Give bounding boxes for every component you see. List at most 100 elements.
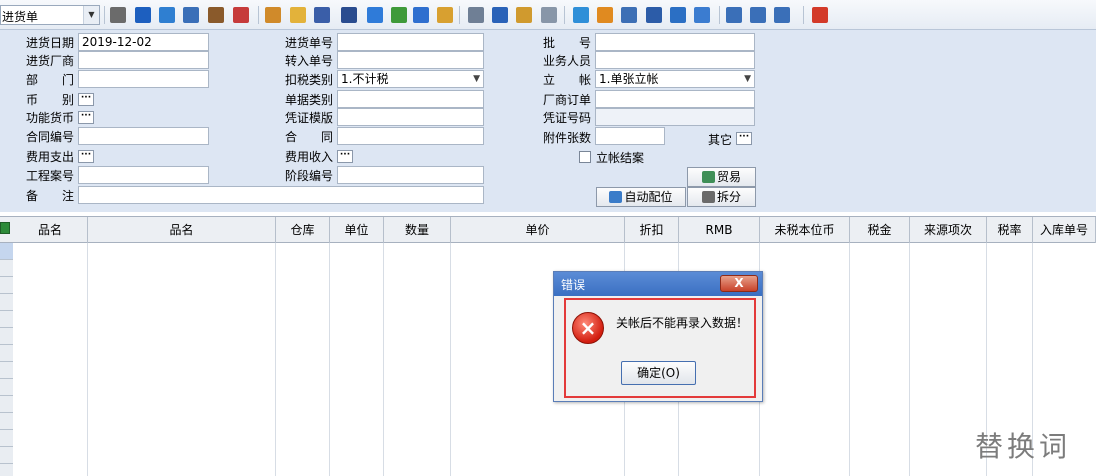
date-field[interactable]: 2019-12-02: [78, 33, 209, 51]
bell-icon[interactable]: [597, 7, 613, 23]
expense-picker-button[interactable]: ···: [78, 150, 94, 163]
row-header[interactable]: [0, 413, 13, 430]
key-icon[interactable]: [341, 7, 357, 23]
project-field[interactable]: [78, 166, 209, 184]
column-header[interactable]: RMB: [679, 217, 760, 243]
bill-type-select[interactable]: 进货单 ▼: [0, 5, 100, 25]
close-window-icon[interactable]: [750, 7, 766, 23]
column-header[interactable]: 来源项次: [910, 217, 987, 243]
column-header[interactable]: 单价: [451, 217, 625, 243]
trade-button[interactable]: 贸易: [687, 167, 756, 187]
stage-no-field[interactable]: [337, 166, 484, 184]
column-header[interactable]: 税率: [987, 217, 1033, 243]
column-header[interactable]: 品名: [88, 217, 276, 243]
currency-picker-button[interactable]: ···: [78, 93, 94, 106]
refresh-doc-icon[interactable]: [468, 7, 484, 23]
column-header[interactable]: 未税本位币: [760, 217, 850, 243]
window-icon[interactable]: [726, 7, 742, 23]
check-icon[interactable]: [573, 7, 589, 23]
dialog-message: 关帐后不能再录入数据！: [616, 316, 749, 330]
tax-type-select[interactable]: 1.不计税 ▼: [337, 70, 484, 88]
recycle-icon[interactable]: [694, 7, 710, 23]
voucher-no-field[interactable]: [595, 108, 755, 126]
row-header[interactable]: [0, 328, 13, 345]
globe-icon[interactable]: [159, 7, 175, 23]
row-header[interactable]: [0, 345, 13, 362]
row-header[interactable]: [0, 447, 13, 464]
rose-icon[interactable]: [233, 7, 249, 23]
contract-field[interactable]: [337, 127, 484, 145]
help-icon[interactable]: [367, 7, 383, 23]
row-header[interactable]: [0, 396, 13, 413]
briefcase-icon[interactable]: [208, 7, 224, 23]
layers-icon[interactable]: [516, 7, 532, 23]
supplier-field[interactable]: [78, 51, 209, 69]
income-picker-button[interactable]: ···: [337, 150, 353, 163]
copy-icon[interactable]: [541, 7, 557, 23]
monitor-icon[interactable]: [135, 7, 151, 23]
grid-column-line: [909, 243, 910, 476]
row-header[interactable]: [0, 430, 13, 447]
spreadsheet-icon[interactable]: [0, 222, 10, 234]
error-icon: ×: [572, 312, 604, 344]
header-form: 进货日期 2019-12-02 进货厂商 部 门 币 别 ··· 功能货币 ··…: [0, 30, 1096, 212]
column-header[interactable]: 税金: [850, 217, 910, 243]
voucher-template-field[interactable]: [337, 108, 484, 126]
list-icon[interactable]: [492, 7, 508, 23]
dialog-close-button[interactable]: X: [720, 275, 758, 292]
zoom-doc-icon[interactable]: [621, 7, 637, 23]
close-account-checkbox[interactable]: [579, 151, 591, 163]
folder-open-icon[interactable]: [290, 7, 306, 23]
column-header[interactable]: 品名: [13, 217, 88, 243]
remark-field[interactable]: [78, 186, 484, 204]
row-header[interactable]: [0, 260, 13, 277]
monitor-arrow-icon[interactable]: [670, 7, 686, 23]
salesman-field[interactable]: [595, 51, 755, 69]
column-header[interactable]: 单位: [330, 217, 384, 243]
column-header[interactable]: 入库单号: [1033, 217, 1096, 243]
row-header[interactable]: [0, 277, 13, 294]
tree-icon[interactable]: [646, 7, 662, 23]
attachment-count-field[interactable]: [595, 127, 665, 145]
dollar-icon[interactable]: [391, 7, 407, 23]
auto-match-icon: [609, 191, 623, 203]
row-header[interactable]: [0, 379, 13, 396]
ok-button[interactable]: 确定(O): [621, 361, 696, 385]
split-button[interactable]: 拆分: [687, 187, 756, 207]
chevron-down-icon[interactable]: ▼: [83, 6, 99, 24]
other-picker-button[interactable]: ···: [736, 132, 752, 145]
vendor-order-field[interactable]: [595, 90, 755, 108]
bill-no-field[interactable]: [337, 33, 484, 51]
dept-field[interactable]: [78, 70, 209, 88]
contract-no-field[interactable]: [78, 127, 209, 145]
account-select[interactable]: 1.单张立帐 ▼: [595, 70, 755, 88]
row-header[interactable]: [0, 362, 13, 379]
restore-window-icon[interactable]: [774, 7, 790, 23]
row-header[interactable]: [0, 311, 13, 328]
star-icon[interactable]: [314, 7, 330, 23]
row-header[interactable]: [0, 243, 13, 260]
column-header[interactable]: 折扣: [625, 217, 679, 243]
func-currency-picker-button[interactable]: ···: [78, 111, 94, 124]
group-icon[interactable]: [265, 7, 281, 23]
price-icon[interactable]: [437, 7, 453, 23]
row-header[interactable]: [0, 294, 13, 311]
doc-type-field[interactable]: [337, 90, 484, 108]
merge-icon[interactable]: [110, 7, 126, 23]
chevron-down-icon[interactable]: ▼: [744, 71, 751, 87]
batch-field[interactable]: [595, 33, 755, 51]
row-header[interactable]: [0, 464, 13, 476]
tax-type-label: 扣税类别: [285, 73, 334, 87]
column-header[interactable]: 仓库: [276, 217, 330, 243]
user-lock-icon[interactable]: [183, 7, 199, 23]
exit-icon[interactable]: [812, 7, 828, 23]
auto-match-button[interactable]: 自动配位: [596, 187, 686, 207]
transfer-no-field[interactable]: [337, 51, 484, 69]
vendor-order-label: 厂商订单: [543, 93, 592, 107]
tax-type-value: 1.不计税: [341, 72, 389, 86]
grid-column-line: [87, 243, 88, 476]
cart-icon[interactable]: [413, 7, 429, 23]
column-header[interactable]: 数量: [384, 217, 451, 243]
chevron-down-icon[interactable]: ▼: [473, 71, 480, 87]
dialog-titlebar: 错误 X: [554, 272, 762, 296]
